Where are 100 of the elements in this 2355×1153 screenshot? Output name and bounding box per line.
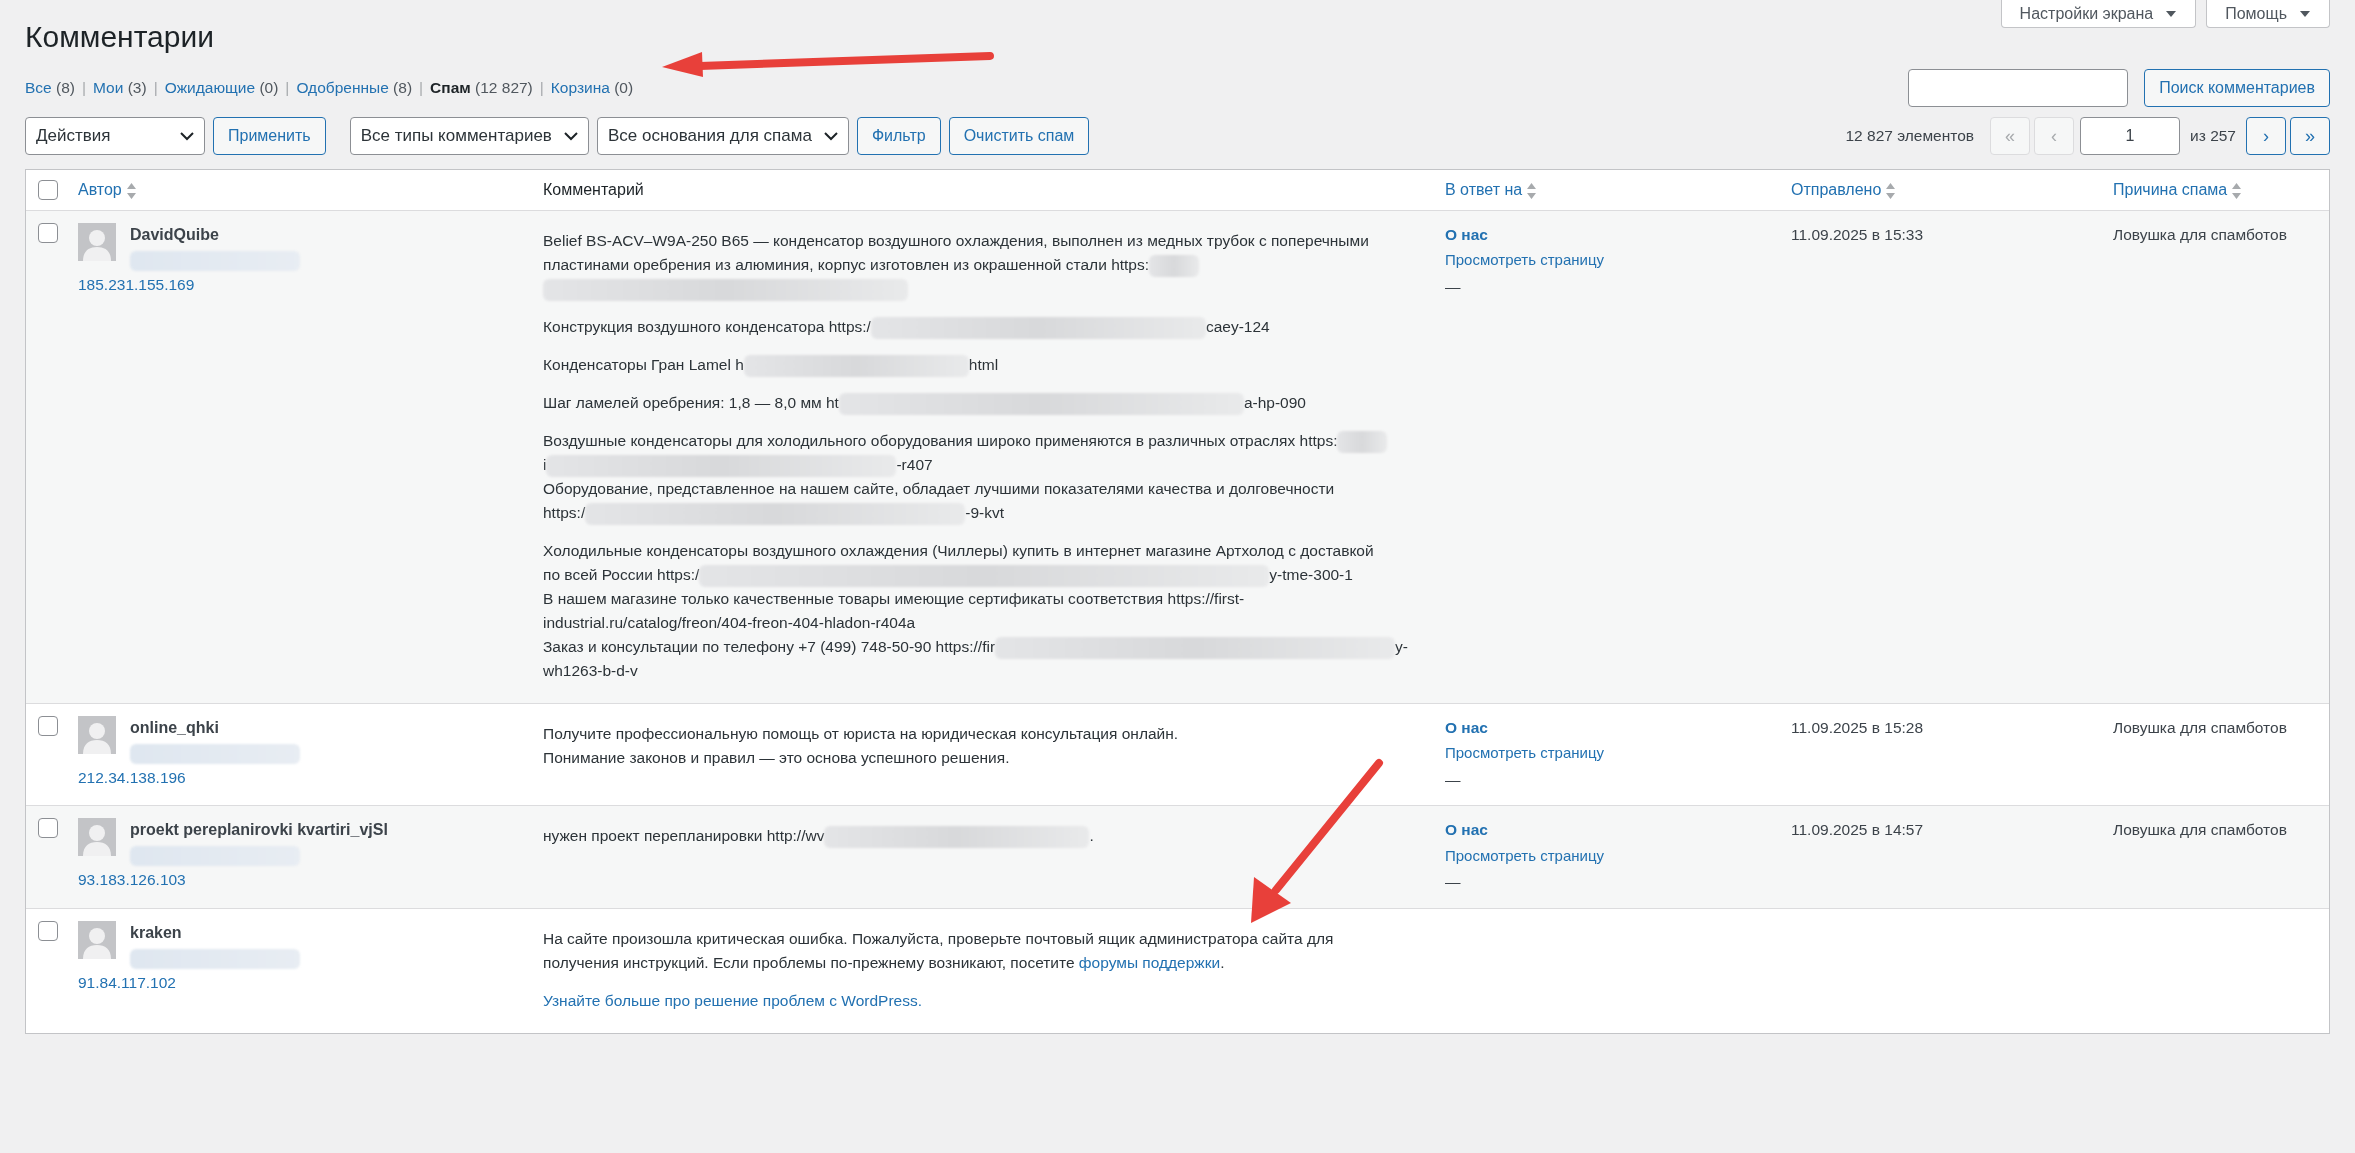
submitted-date: 11.09.2025 в 15:33: [1791, 226, 1924, 243]
comment-text: a-hp-090: [1243, 394, 1306, 411]
search-field[interactable]: [1908, 69, 2129, 107]
submitted-date: 11.09.2025 в 15:28: [1791, 719, 1924, 736]
comment-text: Холодильные конденсаторы воздушного охлаждения (Чиллеры) купить в интернет магазине Артхолод с доставкой: [543, 542, 1374, 559]
dropdown[interactable]: Все типы комментариев: [349, 117, 589, 155]
next-page-button[interactable]: ›: [2246, 117, 2286, 155]
comment-text: Конструкция воздушного конденсатора https:/: [543, 318, 871, 335]
column-sort-link[interactable]: В ответ на: [1445, 181, 1538, 198]
comment-text: wh1263-b-d-v: [543, 662, 638, 679]
submitted-date: 11.09.2025 в 14:57: [1791, 821, 1924, 839]
post-link[interactable]: О нас: [1445, 716, 1488, 740]
chevron-down-icon: [823, 131, 838, 141]
author-name: online_qhki: [130, 718, 220, 738]
chevron-down-icon: [563, 131, 578, 141]
page-number-field[interactable]: 1: [2080, 117, 2181, 155]
dash: —: [1445, 769, 1461, 790]
status-filter-link[interactable]: Все (8): [25, 76, 75, 100]
view-page-link[interactable]: Просмотреть страницу: [1445, 844, 1604, 867]
separator: |: [285, 78, 290, 99]
spam-reason: Ловушка для спамботов: [2113, 821, 2287, 839]
status-filter-link[interactable]: Спам (12 827): [430, 76, 533, 100]
dropdown[interactable]: Действия: [25, 117, 205, 155]
comment-text: Понимание законов и правил — это основа успешного решения.: [543, 749, 1010, 766]
comment-text: Belief BS-ACV–W9A-250 B65 — конденсатор воздушного охлаждения, выполнен из медных трубок с поперечными: [543, 232, 1369, 249]
sort-icon: [1885, 181, 1897, 200]
screen-options-button[interactable]: Настройки экрана: [2000, 0, 2197, 28]
avatar: [78, 223, 116, 261]
comment-text: Воздушные конденсаторы для холодильного оборудования широко применяются в различных отраслях https:: [543, 432, 1338, 449]
checkbox[interactable]: [38, 818, 58, 839]
items-count: 12 827 элементов: [1845, 126, 1975, 147]
avatar: [78, 920, 116, 959]
caret-icon: [2299, 9, 2311, 18]
checkbox[interactable]: [38, 223, 58, 243]
comment-text: .: [1089, 827, 1094, 845]
separator: |: [419, 78, 424, 99]
comment-text: На сайте произошла критическая ошибка. Пожалуйста, проверьте почтовый ящик администратора сайта для: [543, 929, 1334, 947]
ip-link[interactable]: 185.231.155.169: [78, 273, 543, 297]
dash: —: [1445, 276, 1461, 297]
author-name: proekt pereplanirovki kvartiri_vjSl: [130, 820, 388, 841]
comment-text: i: [543, 456, 547, 473]
help-button[interactable]: Помощь: [2206, 0, 2330, 28]
column-header: Комментарий: [543, 181, 644, 198]
comment-text: y-: [1395, 638, 1408, 655]
ip-link[interactable]: 91.84.117.102: [78, 970, 543, 994]
view-page-link[interactable]: Просмотреть страницу: [1445, 249, 1604, 272]
sort-icon: [125, 181, 137, 200]
ip-link[interactable]: 93.183.126.103: [78, 868, 543, 892]
comment-text: пластинами оребрения из алюминия, корпус изготовлен из окрашенной стали https:: [543, 256, 1150, 273]
author-name: kraken: [130, 922, 183, 943]
redaction-blur: [1149, 254, 1200, 277]
comment-text: industrial.ru/catalog/freon/404-freon-404-hladon-r404a: [543, 614, 916, 631]
support-link[interactable]: форумы поддержки: [1078, 953, 1221, 971]
status-filter-link[interactable]: Мои (3): [93, 76, 147, 100]
comment-text: Конденсаторы Гран Lamel h: [543, 356, 744, 373]
comment-text: https:/: [543, 504, 586, 521]
comment-text: получения инструкций. Если проблемы по-прежнему возникают, посетите: [543, 953, 1076, 971]
filter-button[interactable]: Фильтр: [856, 117, 941, 155]
post-link[interactable]: О нас: [1445, 818, 1488, 842]
comment-text: Заказ и консультации по телефону +7 (499) 748-50-90 https://fir: [543, 638, 996, 655]
author-name: DavidQuibe: [130, 225, 220, 245]
empty-spam-button[interactable]: Очистить спам: [948, 117, 1090, 155]
dash: —: [1445, 872, 1461, 892]
redaction-blur: [1337, 430, 1388, 453]
status-filter-link[interactable]: Одобренные (8): [296, 76, 413, 100]
column-sort-link[interactable]: Причина спама: [2113, 181, 2243, 198]
apply-button[interactable]: Применить: [213, 117, 326, 155]
comment-text: по всей России https:/: [543, 566, 700, 583]
comment-text: Шаг ламелей оребрения: 1,8 — 8,0 мм ht: [543, 394, 839, 411]
separator: |: [82, 78, 86, 99]
checkbox[interactable]: [38, 180, 58, 200]
page-title: Комментарии: [25, 19, 214, 55]
column-sort-link[interactable]: Отправлено: [1791, 181, 1897, 198]
dropdown[interactable]: Все основания для спама: [596, 117, 849, 155]
avatar: [78, 716, 116, 754]
status-filter-link[interactable]: Ожидающие (0): [164, 76, 279, 100]
comment-text: y-tme-300-1: [1269, 566, 1353, 583]
post-link[interactable]: О нас: [1445, 223, 1488, 247]
support-link[interactable]: Узнайте больше про решение проблем с WordPress.: [543, 991, 922, 1009]
comment-text: -r407: [896, 456, 933, 473]
comment-text: Получите профессиональную помощь от юриста на юридическая консультация онлайн.: [543, 725, 1179, 742]
sort-icon: [2231, 181, 2243, 200]
status-filter-link[interactable]: Корзина (0): [550, 76, 634, 100]
caret-icon: [2165, 9, 2178, 18]
column-sort-link[interactable]: Автор: [78, 181, 137, 198]
checkbox[interactable]: [38, 716, 58, 736]
comment-text: caey-124: [1205, 318, 1270, 335]
sort-icon: [1526, 181, 1538, 200]
search-comments-button[interactable]: Поиск комментариев: [2144, 69, 2330, 107]
separator: |: [153, 78, 158, 99]
checkbox[interactable]: [38, 920, 58, 941]
comment-text: нужен проект перепланировки http://wv: [543, 827, 825, 845]
last-page-button[interactable]: »: [2290, 117, 2330, 155]
ip-link[interactable]: 212.34.138.196: [78, 766, 543, 790]
total-pages: из 257: [2190, 126, 2236, 147]
view-page-link[interactable]: Просмотреть страницу: [1445, 742, 1604, 765]
comment-text: -9-kvt: [965, 504, 1004, 521]
comment-text: html: [968, 356, 999, 373]
comment-text: Оборудование, представленное на нашем сайте, обладает лучшими показателями качества и долговечности: [543, 480, 1335, 497]
spam-reason: Ловушка для спамботов: [2113, 226, 2287, 243]
